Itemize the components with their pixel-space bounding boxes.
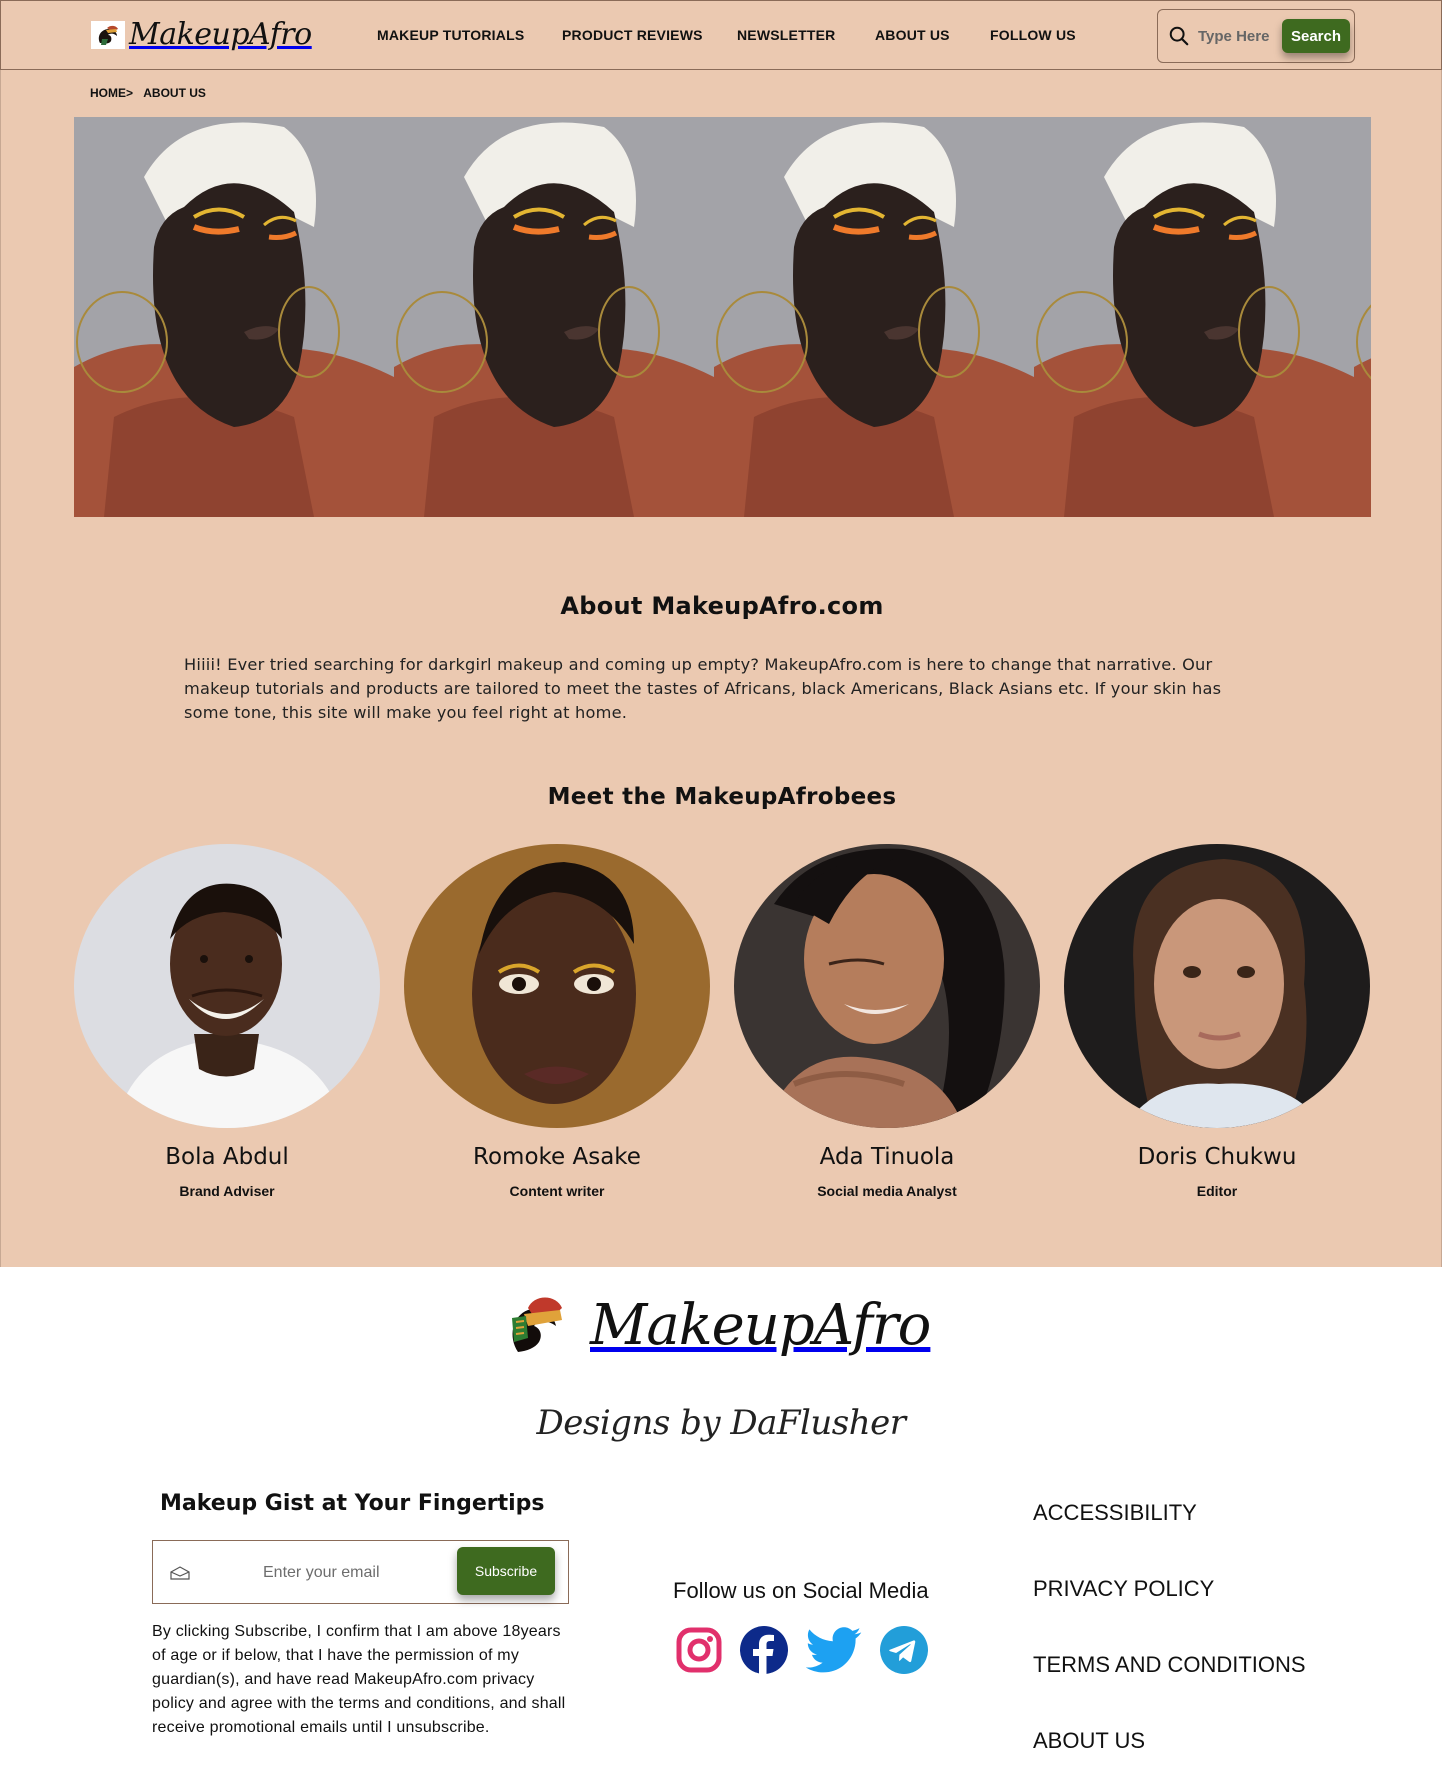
footer-logo[interactable]: MakeupAfro — [500, 1288, 931, 1363]
footer-link-privacy-policy[interactable]: PRIVACY POLICY — [1033, 1576, 1214, 1602]
member-photo — [74, 844, 380, 1128]
breadcrumb: HOME> ABOUT US — [90, 86, 206, 100]
top-navigation-bar: MakeupAfro MAKEUP TUTORIALS PRODUCT REVI… — [0, 0, 1442, 70]
subscribe-button[interactable]: Subscribe — [457, 1547, 555, 1595]
hero-banner — [74, 117, 1371, 517]
logo-woman-icon — [91, 20, 125, 49]
social-links — [676, 1626, 928, 1679]
telegram-icon[interactable] — [880, 1626, 928, 1679]
facebook-icon[interactable] — [740, 1626, 788, 1679]
email-field[interactable] — [263, 1561, 433, 1585]
member-photo — [1064, 844, 1370, 1128]
about-description: Hiiii! Ever tried searching for darkgirl… — [184, 655, 1222, 722]
newsletter-form: Subscribe — [152, 1540, 569, 1604]
search-button[interactable]: Search — [1282, 19, 1350, 53]
logo-wordmark: MakeupAfro — [129, 17, 312, 52]
instagram-icon[interactable] — [676, 1627, 722, 1678]
banner-model-image — [1354, 117, 1371, 517]
member-name: Romoke Asake — [473, 1144, 641, 1170]
nav-product-reviews[interactable]: PRODUCT REVIEWS — [562, 27, 703, 43]
member-name: Bola Abdul — [165, 1144, 289, 1170]
member-role: Content writer — [509, 1183, 605, 1199]
breadcrumb-current: ABOUT US — [143, 86, 206, 100]
twitter-icon[interactable] — [805, 1627, 862, 1678]
footer-link-about-us[interactable]: ABOUT US — [1033, 1728, 1145, 1754]
search-box: Search — [1157, 9, 1355, 63]
member-role: Brand Adviser — [179, 1183, 275, 1199]
logo-woman-icon — [500, 1288, 566, 1363]
team-title: Meet the MakeupAfrobees — [547, 784, 897, 810]
newsletter-title: Makeup Gist at Your Fingertips — [160, 1491, 545, 1516]
team-member-card: Romoke Asake Content writer — [403, 844, 711, 1199]
member-name: Ada Tinuola — [819, 1144, 955, 1170]
team-member-card: Ada Tinuola Social media Analyst — [733, 844, 1041, 1199]
team-member-card: Bola Abdul Brand Adviser — [73, 844, 381, 1199]
team-member-card: Doris Chukwu Editor — [1063, 844, 1371, 1199]
nav-follow-us[interactable]: FOLLOW US — [990, 27, 1076, 43]
search-input[interactable] — [1198, 24, 1280, 48]
social-title: Follow us on Social Media — [673, 1578, 929, 1603]
member-role: Social media Analyst — [817, 1183, 957, 1199]
breadcrumb-home[interactable]: HOME> — [90, 86, 133, 100]
search-icon[interactable] — [1168, 25, 1190, 47]
nav-newsletter[interactable]: NEWSLETTER — [737, 27, 835, 43]
envelope-icon — [170, 1566, 190, 1580]
footer-link-accessibility[interactable]: ACCESSIBILITY — [1033, 1500, 1197, 1526]
about-title: About MakeupAfro.com — [560, 592, 884, 620]
nav-makeup-tutorials[interactable]: MAKEUP TUTORIALS — [377, 27, 524, 43]
about-page-content: HOME> ABOUT US About MakeupAfro.com Hiii… — [0, 70, 1442, 1267]
footer-logo-wordmark: MakeupAfro — [590, 1293, 931, 1358]
banner-model-image — [1034, 117, 1354, 517]
nav-about-us[interactable]: ABOUT US — [875, 27, 950, 43]
subscribe-disclaimer: By clicking Subscribe, I confirm that I … — [152, 1623, 566, 1736]
member-role: Editor — [1196, 1183, 1238, 1199]
designer-credit: Designs by DaFlusher — [536, 1403, 906, 1443]
site-logo[interactable]: MakeupAfro — [91, 17, 312, 52]
banner-model-image — [394, 117, 714, 517]
member-name: Doris Chukwu — [1137, 1144, 1297, 1170]
banner-model-image — [714, 117, 1034, 517]
footer-link-terms[interactable]: TERMS AND CONDITIONS — [1033, 1652, 1306, 1678]
member-photo — [404, 844, 710, 1128]
member-photo — [734, 844, 1040, 1128]
banner-model-image — [74, 117, 394, 517]
